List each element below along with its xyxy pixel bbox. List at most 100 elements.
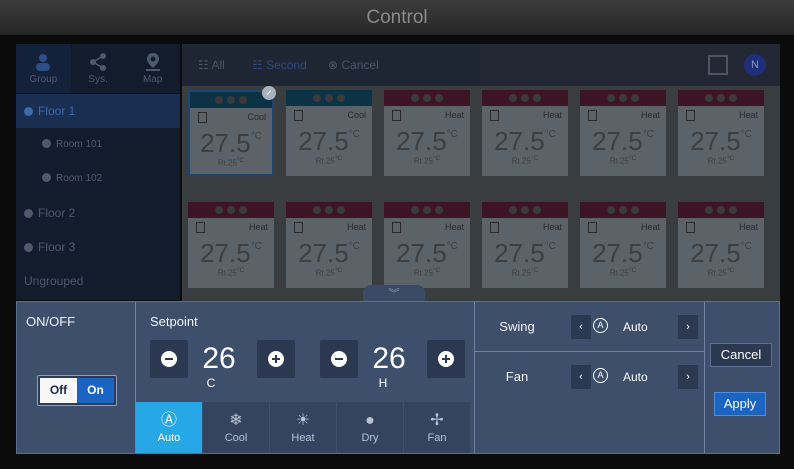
lock-icon (239, 206, 247, 214)
tree-item-ungrouped[interactable]: Ungrouped (16, 264, 180, 298)
unit-room-temp-unit: °C (236, 157, 245, 164)
tree-item-floor-1[interactable]: Floor 1 (16, 94, 180, 128)
unit-mode: Heat (482, 218, 568, 233)
unit-temperature: 27.5°C (384, 121, 470, 155)
apply-button[interactable]: Apply (714, 392, 766, 416)
tree-item-floor-2[interactable]: Floor 2 (16, 196, 180, 230)
fan-prev-button[interactable]: ‹ (571, 365, 591, 389)
tree-item-room-101[interactable]: Room 101 (16, 128, 180, 162)
lock-icon (435, 94, 443, 102)
unit-room-temp: Rt.25°C (678, 155, 764, 166)
mode-label: Dry (361, 431, 379, 444)
unit-room-temp-value: Rt.25 (511, 156, 531, 166)
cool-setpoint-stepper: 26 C (150, 340, 310, 394)
control-panel: ON/OFF Off On Setpoint 26 C 26 H Ⓐ Auto … (16, 301, 780, 454)
unit-card[interactable]: Heat 27.5°C Rt.25°C (678, 202, 764, 288)
status-dot-icon (509, 206, 517, 214)
unit-room-temp-value: Rt.25 (217, 268, 237, 278)
select-second-button[interactable]: ☷ Second (252, 44, 307, 86)
unit-room-temp-unit: °C (628, 267, 637, 274)
unit-room-temp-unit: °C (530, 267, 539, 274)
swing-prev-button[interactable]: ‹ (571, 315, 591, 339)
unit-card[interactable]: Heat 27.5°C Rt.25°C (286, 202, 372, 288)
mode-heat-button[interactable]: ☀ Heat (270, 402, 337, 453)
tab-map[interactable]: Map (125, 44, 180, 93)
unit-card[interactable]: Cool 27.5°C Rt.25°C idu-2-0-0 ✓ (188, 86, 276, 193)
unit-icon (198, 112, 207, 123)
timer-icon (619, 206, 627, 214)
fan-row: Fan ‹ A Auto › (475, 352, 704, 402)
share-icon (90, 53, 106, 71)
unit-card[interactable]: Heat 27.5°C Rt.25°C (384, 202, 470, 288)
minus-icon (161, 351, 177, 367)
unit-temperature-value: 27.5 (690, 126, 741, 156)
tree-item-floor-3[interactable]: Floor 3 (16, 230, 180, 264)
cool-decrease-button[interactable] (150, 340, 188, 378)
unit-temperature: 27.5°C (188, 233, 274, 267)
expand-icon (24, 209, 33, 218)
fan-label: Fan (505, 369, 529, 384)
status-dot-icon (705, 206, 713, 214)
unit-temperature-value: 27.5 (298, 238, 349, 268)
cancel-selection-label: Cancel (341, 58, 379, 72)
heat-decrease-button[interactable] (320, 340, 358, 378)
power-toggle[interactable]: Off On (37, 375, 117, 406)
mode-dry-button[interactable]: ● Dry (337, 402, 404, 453)
unit-card[interactable]: Heat 27.5°C Rt.25 °C (188, 202, 274, 288)
timer-icon (717, 94, 725, 102)
grid-view-icon[interactable] (708, 55, 728, 75)
mode-fan-button[interactable]: ✢ Fan (404, 402, 471, 453)
tab-sys[interactable]: Sys. (71, 44, 126, 93)
off-button[interactable]: Off (40, 378, 77, 403)
timer-icon (227, 206, 235, 214)
unit-card[interactable]: Heat 27.5°C Rt.25°C idu-2-0-10 (384, 90, 470, 191)
fan-value: Auto (623, 370, 648, 384)
unit-card[interactable]: Heat 27.5°C Rt.25°C idu-2-0-13 (678, 90, 764, 191)
unit-temperature-unit: °C (642, 129, 654, 140)
on-button[interactable]: On (77, 378, 114, 403)
unit-temperature-unit: °C (250, 241, 262, 252)
unit-mode: Heat (384, 106, 470, 121)
cancel-button[interactable]: Cancel (710, 343, 772, 367)
unit-temperature-unit: °C (446, 129, 458, 140)
heat-increase-button[interactable] (427, 340, 465, 378)
check-icon: ✓ (262, 86, 276, 100)
mode-auto-button[interactable]: Ⓐ Auto (136, 402, 203, 453)
unit-mode-label: Heat (444, 110, 464, 120)
unit-temperature: 27.5°C (190, 123, 272, 157)
unit-icon (490, 110, 499, 121)
unit-card[interactable]: Cool 27.5°C Rt.25°C idu-2-0-1 (286, 90, 372, 191)
heat-setpoint-stepper: 26 H (320, 340, 480, 394)
status-dot-icon (411, 206, 419, 214)
cool-increase-button[interactable] (257, 340, 295, 378)
tab-sys-label: Sys. (88, 74, 108, 85)
unit-card[interactable]: Heat 27.5°C Rt.25°C idu-2-0-11 (482, 90, 568, 191)
unit-room-temp-unit: °C (530, 155, 539, 162)
unit-mode-label: Heat (248, 222, 268, 232)
fan-next-button[interactable]: › (678, 365, 698, 389)
unit-card[interactable]: Heat 27.5°C Rt.25°C (482, 202, 568, 288)
unit-name: idu-2-0-11 (504, 181, 546, 191)
unit-mode-label: Heat (738, 222, 758, 232)
select-all-button[interactable]: ☷ All (198, 44, 225, 86)
mode-cool-button[interactable]: ❄ Cool (203, 402, 270, 453)
unit-temperature-unit: °C (446, 241, 458, 252)
chevron-double-down-icon: ︾ (388, 288, 400, 300)
lock-icon (729, 206, 737, 214)
status-dot-icon (509, 94, 517, 102)
status-dot-icon (215, 206, 223, 214)
unit-room-temp: Rt.25°C (286, 267, 372, 278)
unit-card[interactable]: Heat 27.5°C Rt.25°C (580, 202, 666, 288)
unit-mode-label: Cool (347, 110, 366, 120)
tree-item-room-102[interactable]: Room 102 (16, 162, 180, 196)
setpoint-title: Setpoint (150, 314, 198, 329)
unit-icon (392, 222, 401, 233)
avatar[interactable]: N (744, 54, 766, 76)
actions-section: Cancel Apply (705, 302, 779, 453)
mode-label: Cool (224, 431, 248, 444)
cancel-selection-button[interactable]: ⊗ Cancel (328, 44, 379, 86)
unit-card[interactable]: Heat 27.5°C Rt.25°C idu-2-0-12 (580, 90, 666, 191)
close-circle-icon: ⊗ (328, 58, 342, 72)
swing-next-button[interactable]: › (678, 315, 698, 339)
tab-group[interactable]: Group (16, 44, 71, 93)
